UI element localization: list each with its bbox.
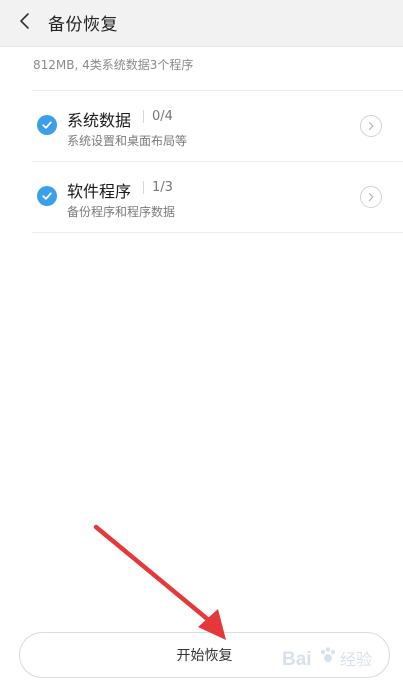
screen: 备份恢复 812MB, 4类系统数据3个程序 系统数据 0/4 系统设置和桌面布… — [0, 0, 403, 689]
item-count: 0/4 — [143, 110, 173, 123]
restore-category-list: 系统数据 0/4 系统设置和桌面布局等 软件程序 1/3 备份程序和程序数据 — [32, 90, 403, 233]
check-icon — [42, 121, 52, 129]
list-item-system-data[interactable]: 系统数据 0/4 系统设置和桌面布局等 — [32, 90, 403, 161]
detail-button-software-programs[interactable] — [360, 186, 382, 208]
baidu-jingyan-watermark: Bai 经验 — [282, 647, 372, 670]
item-title: 软件程序 — [67, 182, 132, 201]
chevron-right-icon — [368, 121, 374, 131]
item-count: 1/3 — [143, 181, 173, 194]
backup-summary: 812MB, 4类系统数据3个程序 — [33, 58, 194, 72]
checkbox-system-data[interactable] — [37, 115, 57, 135]
back-button[interactable] — [12, 8, 38, 34]
chevron-left-icon — [20, 13, 29, 29]
checkbox-software-programs[interactable] — [37, 186, 57, 206]
header-bar: 备份恢复 — [0, 0, 403, 47]
list-item-software-programs[interactable]: 软件程序 1/3 备份程序和程序数据 — [32, 161, 403, 233]
svg-text:Bai: Bai — [282, 649, 312, 670]
check-icon — [42, 192, 52, 200]
item-subtitle: 备份程序和程序数据 — [67, 205, 176, 219]
page-title: 备份恢复 — [48, 15, 118, 35]
svg-text:经验: 经验 — [340, 650, 372, 669]
detail-button-system-data[interactable] — [360, 115, 382, 137]
chevron-right-icon — [368, 192, 374, 202]
item-subtitle: 系统设置和桌面布局等 — [67, 134, 188, 148]
item-title: 系统数据 — [67, 111, 132, 130]
